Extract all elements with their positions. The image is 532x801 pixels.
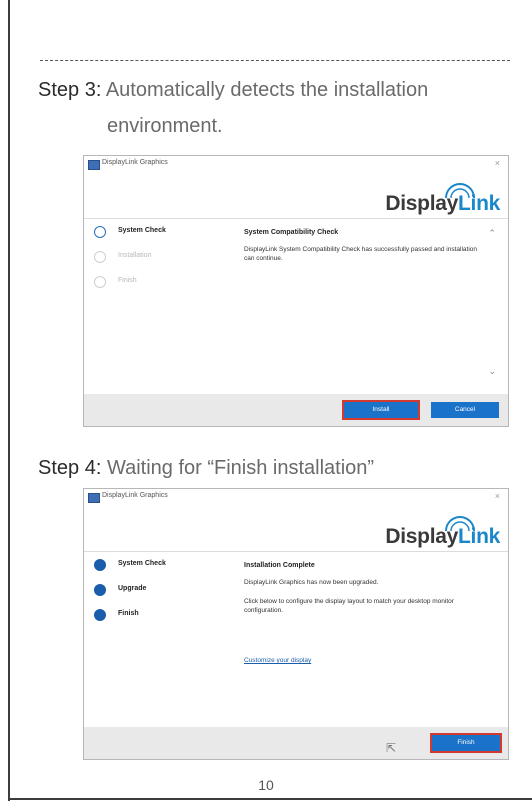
content-panel: System Compatibility Check DisplayLink S… bbox=[244, 229, 479, 263]
step3-text: Automatically detects the installation bbox=[105, 79, 429, 101]
step4-heading: Step 4: Waiting for “Finish installation… bbox=[38, 452, 374, 484]
step-circle-icon bbox=[94, 251, 106, 263]
mouse-cursor-icon: ⇱ bbox=[386, 741, 397, 755]
window-titlebar: DisplayLink Graphics × bbox=[84, 156, 508, 174]
app-icon bbox=[88, 493, 100, 503]
left-border-line bbox=[8, 0, 10, 801]
window-footer: Install Cancel bbox=[84, 394, 508, 426]
customize-display-link[interactable]: Customize your display bbox=[244, 657, 479, 664]
content-body-secondary: Click below to configure the display lay… bbox=[244, 598, 454, 614]
step3-text-continuation: environment. bbox=[107, 115, 223, 137]
step-circle-icon bbox=[94, 226, 106, 238]
dashed-divider bbox=[40, 60, 510, 61]
scroll-down-chevron-icon[interactable]: ⌄ bbox=[488, 366, 496, 377]
step-circle-icon bbox=[94, 609, 106, 621]
displaylink-logo: DisplayLink bbox=[385, 178, 500, 215]
step3-heading: Step 3: Automatically detects the instal… bbox=[38, 74, 428, 106]
page-number: 10 bbox=[258, 777, 274, 793]
step-label: System Check bbox=[118, 227, 166, 234]
step-label: Finish bbox=[118, 610, 139, 617]
step4-text: Waiting for “Finish installation” bbox=[106, 457, 375, 479]
window-titlebar: DisplayLink Graphics × bbox=[84, 489, 508, 507]
install-button[interactable]: Install bbox=[342, 400, 420, 420]
step-label: Installation bbox=[118, 252, 152, 259]
step-label: Upgrade bbox=[118, 585, 147, 592]
logo-text: DisplayLink bbox=[385, 192, 500, 215]
step-label: Finish bbox=[118, 277, 137, 284]
step3-label: Step 3: bbox=[38, 79, 102, 101]
close-icon[interactable]: × bbox=[495, 158, 500, 168]
window-title: DisplayLink Graphics bbox=[102, 492, 168, 499]
scroll-up-chevron-icon[interactable]: ⌃ bbox=[488, 228, 496, 239]
content-panel: Installation Complete DisplayLink Graphi… bbox=[244, 562, 479, 664]
content-title: System Compatibility Check bbox=[244, 229, 339, 236]
displaylink-logo: DisplayLink bbox=[385, 511, 500, 548]
step4-label: Step 4: bbox=[38, 457, 102, 479]
step-circle-icon bbox=[94, 276, 106, 288]
cancel-button[interactable]: Cancel bbox=[431, 402, 499, 418]
content-body: DisplayLink Graphics has now been upgrad… bbox=[244, 579, 379, 586]
logo-text: DisplayLink bbox=[385, 525, 500, 548]
close-icon[interactable]: × bbox=[495, 491, 500, 501]
header-separator bbox=[84, 218, 508, 219]
window-title: DisplayLink Graphics bbox=[102, 159, 168, 166]
finish-button[interactable]: Finish bbox=[430, 733, 502, 753]
step-circle-icon bbox=[94, 559, 106, 571]
step-label: System Check bbox=[118, 560, 166, 567]
window-footer: ⇱ Finish bbox=[84, 727, 508, 759]
header-separator bbox=[84, 551, 508, 552]
step-circle-icon bbox=[94, 584, 106, 596]
installer-window-finish: DisplayLink Graphics × DisplayLink Syste… bbox=[83, 488, 509, 760]
app-icon bbox=[88, 160, 100, 170]
bottom-border-line bbox=[8, 798, 532, 800]
installer-window-system-check: DisplayLink Graphics × DisplayLink Syste… bbox=[83, 155, 509, 427]
content-title: Installation Complete bbox=[244, 562, 315, 569]
content-body: DisplayLink System Compatibility Check h… bbox=[244, 246, 478, 262]
